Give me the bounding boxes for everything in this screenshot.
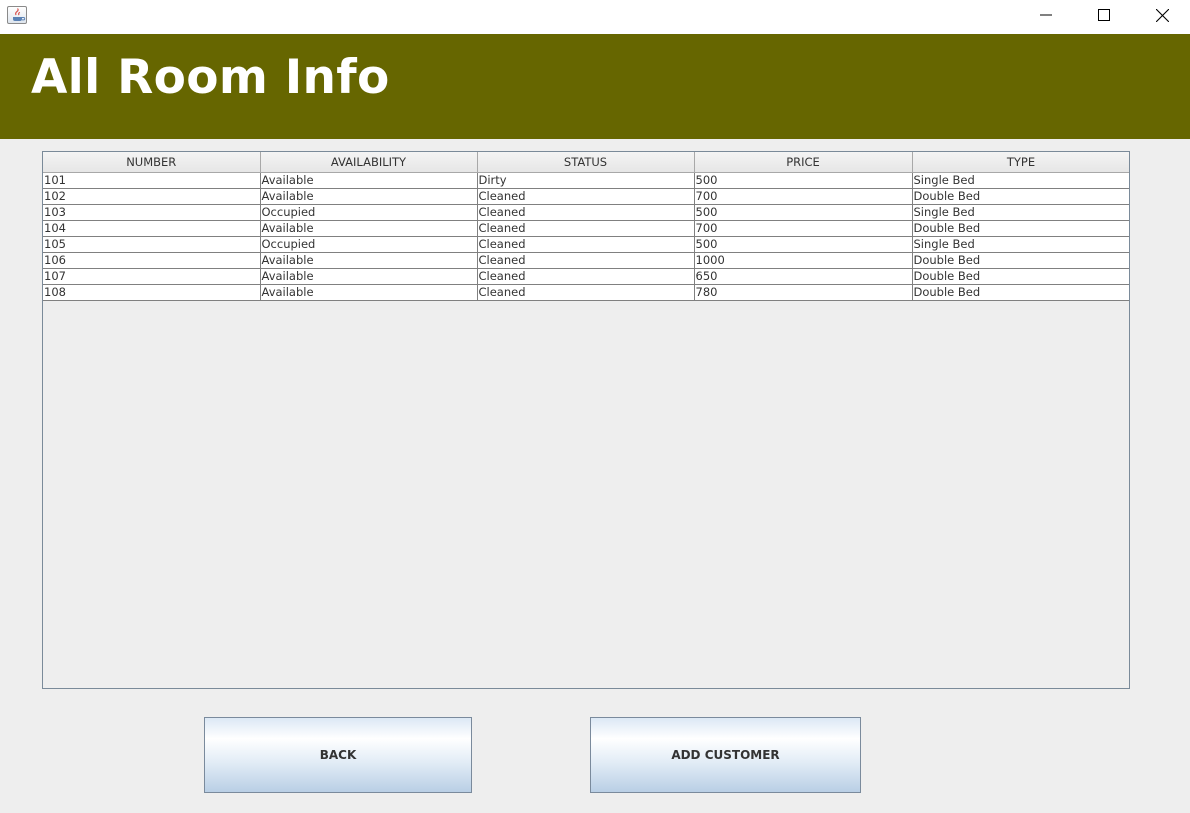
cell-status[interactable]: Cleaned — [477, 220, 695, 237]
cell-price[interactable]: 1000 — [694, 252, 913, 269]
cell-type[interactable]: Single Bed — [912, 236, 1129, 253]
page-title: All Room Info — [31, 50, 390, 105]
cell-price[interactable]: 500 — [694, 236, 913, 253]
minimize-icon — [1040, 14, 1052, 16]
cell-status[interactable]: Cleaned — [477, 268, 695, 285]
cell-status[interactable]: Dirty — [477, 172, 695, 189]
cell-type[interactable]: Double Bed — [912, 284, 1129, 301]
page-header: All Room Info — [0, 34, 1190, 139]
cell-type[interactable]: Single Bed — [912, 172, 1129, 189]
cell-status[interactable]: Cleaned — [477, 204, 695, 221]
cell-availability[interactable]: Available — [260, 268, 478, 285]
title-bar — [0, 0, 1190, 34]
cell-price[interactable]: 780 — [694, 284, 913, 301]
maximize-icon — [1098, 9, 1110, 21]
cell-type[interactable]: Double Bed — [912, 220, 1129, 237]
room-table-scrollpane[interactable]: NUMBER AVAILABILITY STATUS PRICE TYPE 10… — [42, 151, 1130, 689]
cell-price[interactable]: 700 — [694, 220, 913, 237]
cell-price[interactable]: 650 — [694, 268, 913, 285]
cell-number[interactable]: 105 — [43, 236, 261, 253]
cell-price[interactable]: 500 — [694, 204, 913, 221]
table-row[interactable]: 107 Available Cleaned 650 Double Bed — [43, 268, 1129, 285]
cell-price[interactable]: 700 — [694, 188, 913, 205]
cell-availability[interactable]: Available — [260, 220, 478, 237]
cell-availability[interactable]: Available — [260, 172, 478, 189]
table-row[interactable]: 101 Available Dirty 500 Single Bed — [43, 172, 1129, 189]
cell-type[interactable]: Double Bed — [912, 252, 1129, 269]
cell-number[interactable]: 104 — [43, 220, 261, 237]
column-header-price[interactable]: PRICE — [694, 152, 913, 173]
cell-number[interactable]: 102 — [43, 188, 261, 205]
room-table[interactable]: NUMBER AVAILABILITY STATUS PRICE TYPE 10… — [43, 152, 1129, 301]
table-row[interactable]: 104 Available Cleaned 700 Double Bed — [43, 220, 1129, 237]
table-row[interactable]: 108 Available Cleaned 780 Double Bed — [43, 284, 1129, 301]
table-row[interactable]: 105 Occupied Cleaned 500 Single Bed — [43, 236, 1129, 253]
java-icon[interactable] — [7, 6, 27, 24]
table-row[interactable]: 102 Available Cleaned 700 Double Bed — [43, 188, 1129, 205]
cell-type[interactable]: Double Bed — [912, 188, 1129, 205]
cell-availability[interactable]: Occupied — [260, 204, 478, 221]
add-customer-button[interactable]: ADD CUSTOMER — [590, 717, 861, 793]
cell-availability[interactable]: Available — [260, 252, 478, 269]
cell-status[interactable]: Cleaned — [477, 284, 695, 301]
cell-status[interactable]: Cleaned — [477, 236, 695, 253]
cell-price[interactable]: 500 — [694, 172, 913, 189]
cell-number[interactable]: 107 — [43, 268, 261, 285]
column-header-availability[interactable]: AVAILABILITY — [260, 152, 478, 173]
close-button[interactable] — [1133, 0, 1190, 30]
cell-status[interactable]: Cleaned — [477, 252, 695, 269]
cell-number[interactable]: 103 — [43, 204, 261, 221]
cell-status[interactable]: Cleaned — [477, 188, 695, 205]
cell-number[interactable]: 101 — [43, 172, 261, 189]
minimize-button[interactable] — [1017, 0, 1075, 30]
maximize-button[interactable] — [1075, 0, 1133, 30]
back-button[interactable]: BACK — [204, 717, 472, 793]
cell-type[interactable]: Single Bed — [912, 204, 1129, 221]
cell-availability[interactable]: Available — [260, 188, 478, 205]
cell-availability[interactable]: Available — [260, 284, 478, 301]
cell-number[interactable]: 108 — [43, 284, 261, 301]
table-row[interactable]: 106 Available Cleaned 1000 Double Bed — [43, 252, 1129, 269]
close-icon — [1155, 8, 1169, 22]
cell-availability[interactable]: Occupied — [260, 236, 478, 253]
column-header-number[interactable]: NUMBER — [43, 152, 261, 173]
cell-number[interactable]: 106 — [43, 252, 261, 269]
cell-type[interactable]: Double Bed — [912, 268, 1129, 285]
table-row[interactable]: 103 Occupied Cleaned 500 Single Bed — [43, 204, 1129, 221]
column-header-type[interactable]: TYPE — [912, 152, 1129, 173]
table-header-row: NUMBER AVAILABILITY STATUS PRICE TYPE — [43, 152, 1129, 173]
column-header-status[interactable]: STATUS — [477, 152, 695, 173]
